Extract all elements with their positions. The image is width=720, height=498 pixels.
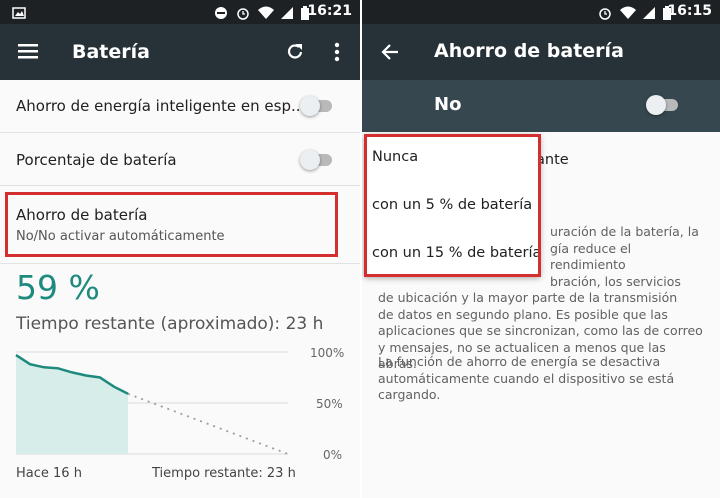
master-switch-label: No — [434, 94, 462, 115]
battery-percentage-label: Porcentaje de batería — [16, 151, 177, 169]
do-not-disturb-icon — [214, 5, 228, 19]
app-bar: Batería — [0, 24, 360, 80]
image-notification-icon — [12, 5, 26, 19]
description-line: de datos en segundo plano. Es posible qu… — [378, 306, 668, 322]
page-title: Batería — [72, 41, 150, 63]
status-bar: 16:15 — [362, 0, 720, 24]
battery-saver-highlight — [5, 192, 338, 257]
status-bar: 16:21 — [0, 0, 360, 24]
alarm-icon — [598, 5, 612, 20]
battery-percentage-switch[interactable] — [300, 149, 334, 171]
remaining-time: Tiempo restante (aproximado): 23 h — [16, 314, 324, 334]
history-area — [16, 355, 128, 454]
master-switch-bar[interactable]: No — [362, 80, 720, 132]
description-line: automáticamente cuando el dispositivo se… — [378, 370, 675, 386]
battery-screen: 16:21 Batería Ahorro de energía intelige… — [0, 0, 360, 498]
menu-highlight — [364, 134, 541, 277]
more-options-icon[interactable] — [334, 42, 340, 66]
history-start-label: Hace 16 h — [16, 466, 82, 481]
history-remaining-label: Tiempo restante: 23 h — [152, 466, 296, 481]
battery-percent: 59 % — [16, 268, 100, 307]
description-paragraph-2: La función de ahorro de energía se desac… — [378, 354, 708, 404]
description-line: cargando. — [378, 387, 441, 402]
signal-icon — [280, 5, 294, 19]
battery-percentage-row[interactable]: Porcentaje de batería — [0, 133, 360, 186]
smart-power-saving-label: Ahorro de energía inteligente en esp... — [16, 97, 306, 115]
y-tick-100: 100% — [310, 346, 345, 360]
battery-saver-switch[interactable] — [646, 94, 680, 116]
y-tick-0: 0% — [323, 448, 343, 462]
battery-history-chart — [15, 351, 289, 455]
app-bar: Ahorro de batería — [362, 24, 720, 80]
description-line: de ubicación y la mayor parte de la tran… — [378, 290, 678, 305]
wifi-icon — [620, 5, 636, 19]
signal-icon — [642, 5, 656, 19]
page-title: Ahorro de batería — [434, 40, 624, 62]
status-time: 16:15 — [667, 3, 712, 19]
y-tick-50: 50% — [316, 397, 343, 411]
battery-saver-screen: 16:15 Ahorro de batería No ante uración … — [362, 0, 720, 498]
smart-power-saving-row[interactable]: Ahorro de energía inteligente en esp... — [0, 80, 360, 133]
back-arrow-icon[interactable] — [380, 42, 400, 66]
menu-icon[interactable] — [18, 43, 38, 63]
smart-power-saving-switch[interactable] — [300, 95, 334, 117]
status-time: 16:21 — [307, 3, 352, 19]
description-line: La función de ahorro de energía se desac… — [378, 354, 661, 369]
description-line: aplicaciones que se sincronizan, como la… — [378, 323, 703, 338]
refresh-icon[interactable] — [285, 42, 305, 66]
alarm-icon — [236, 5, 250, 20]
wifi-icon — [258, 5, 274, 19]
